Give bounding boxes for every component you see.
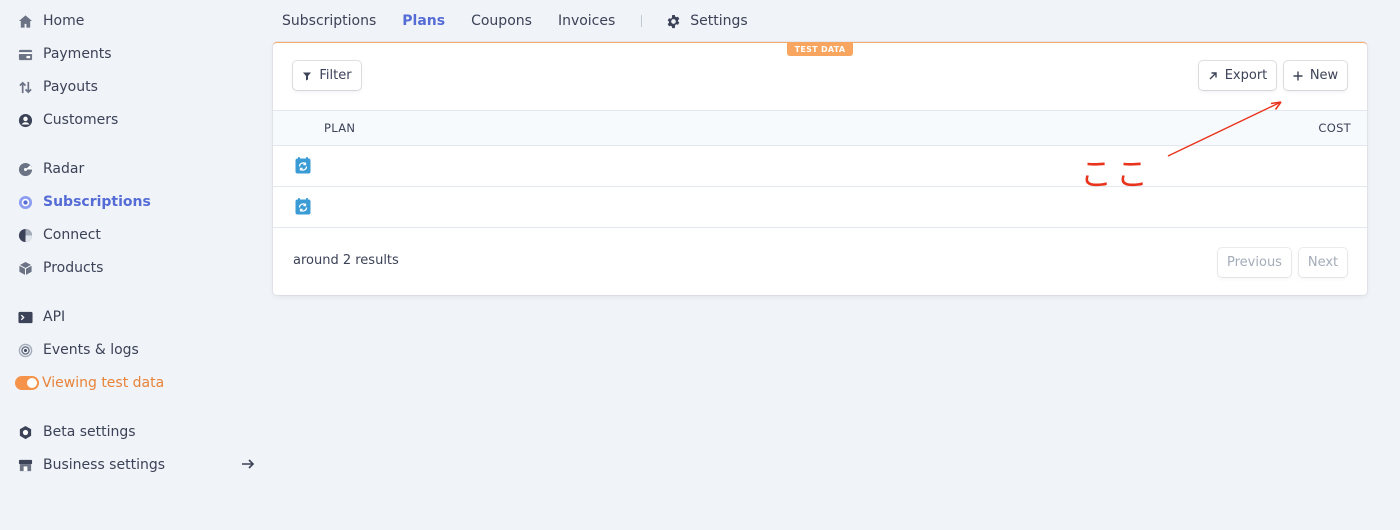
toggle-icon[interactable] (15, 376, 39, 390)
gear-icon (667, 14, 680, 28)
top-tabs: Subscriptions Plans Coupons Invoices Set… (282, 10, 748, 32)
tab-plans[interactable]: Plans (402, 13, 445, 29)
new-plan-button[interactable]: New (1284, 61, 1347, 90)
sidebar-item-payments[interactable]: Payments (16, 43, 256, 65)
terminal-icon (16, 308, 35, 327)
sidebar-item-label: Business settings (43, 457, 166, 473)
sidebar-item-label: Payouts (43, 79, 98, 95)
sidebar-item-api[interactable]: API (16, 306, 256, 328)
sidebar-item-label: Radar (43, 161, 85, 177)
sidebar-item-customers[interactable]: Customers (16, 109, 256, 131)
payments-icon (16, 45, 35, 64)
test-data-badge: TEST DATA (787, 42, 853, 56)
recurring-plan-icon (295, 198, 311, 215)
column-header-plan[interactable]: PLAN (324, 121, 355, 135)
arrow-right-icon[interactable] (240, 456, 256, 472)
sidebar-item-radar[interactable]: Radar (16, 158, 256, 180)
sidebar-item-label: Products (43, 260, 104, 276)
tab-divider (641, 15, 643, 27)
sidebar-item-connect[interactable]: Connect (16, 224, 256, 246)
tab-settings-label: Settings (690, 13, 748, 29)
filter-label: Filter (319, 68, 352, 83)
recurring-plan-icon (295, 157, 311, 174)
products-icon (16, 259, 35, 278)
sidebar-item-label: Events & logs (43, 342, 139, 358)
tab-invoices[interactable]: Invoices (558, 13, 615, 29)
column-header-cost[interactable]: COST (1318, 121, 1351, 135)
sidebar-item-label: Subscriptions (43, 194, 151, 210)
tab-coupons[interactable]: Coupons (471, 13, 532, 29)
sidebar-item-label: Beta settings (43, 424, 136, 440)
previous-label: Previous (1227, 255, 1282, 270)
next-label: Next (1307, 255, 1339, 270)
tab-subscriptions[interactable]: Subscriptions (282, 13, 376, 29)
plans-card: TEST DATA Filter Export New PLAN COST ar… (273, 42, 1367, 295)
sidebar-item-payouts[interactable]: Payouts (16, 76, 256, 98)
export-label: Export (1224, 68, 1268, 83)
sidebar-item-label: Customers (43, 112, 119, 128)
sidebar-item-home[interactable]: Home (16, 10, 256, 32)
table-row[interactable] (273, 146, 1367, 187)
payouts-icon (16, 78, 35, 97)
sidebar-item-label: Payments (43, 46, 112, 62)
sidebar-item-business-settings[interactable]: Business settings (16, 454, 256, 476)
sidebar-item-subscriptions[interactable]: Subscriptions (16, 191, 256, 213)
beta-icon (16, 423, 35, 442)
sidebar-item-events[interactable]: Events & logs (16, 339, 256, 361)
sidebar-item-label: Viewing test data (42, 375, 165, 391)
results-count: around 2 results (293, 253, 399, 268)
plus-icon (1293, 71, 1303, 80)
table-row[interactable] (273, 187, 1367, 228)
sidebar-item-label: API (43, 309, 66, 325)
customers-icon (16, 111, 35, 130)
previous-button[interactable]: Previous (1218, 248, 1291, 277)
next-button[interactable]: Next (1299, 248, 1347, 277)
export-arrow-icon (1209, 71, 1217, 79)
export-button[interactable]: Export (1199, 61, 1276, 90)
sidebar-item-products[interactable]: Products (16, 257, 256, 279)
filter-icon (303, 72, 312, 80)
subscriptions-icon (16, 193, 35, 212)
sidebar-item-label: Connect (43, 227, 101, 243)
sidebar-item-label: Home (43, 13, 85, 29)
new-label: New (1309, 68, 1339, 83)
filter-button[interactable]: Filter (293, 61, 361, 90)
home-icon (16, 12, 35, 31)
connect-icon (16, 226, 35, 245)
sidebar: Home Payments Payouts Customers Radar Su… (0, 0, 262, 530)
radar-icon (16, 160, 35, 179)
sidebar-item-test-data-toggle[interactable]: Viewing test data (15, 372, 256, 394)
sidebar-item-beta-settings[interactable]: Beta settings (16, 421, 256, 443)
events-icon (16, 341, 35, 360)
store-icon (16, 456, 35, 475)
tab-settings[interactable]: Settings (666, 13, 748, 29)
table-header: PLAN COST (273, 110, 1367, 146)
